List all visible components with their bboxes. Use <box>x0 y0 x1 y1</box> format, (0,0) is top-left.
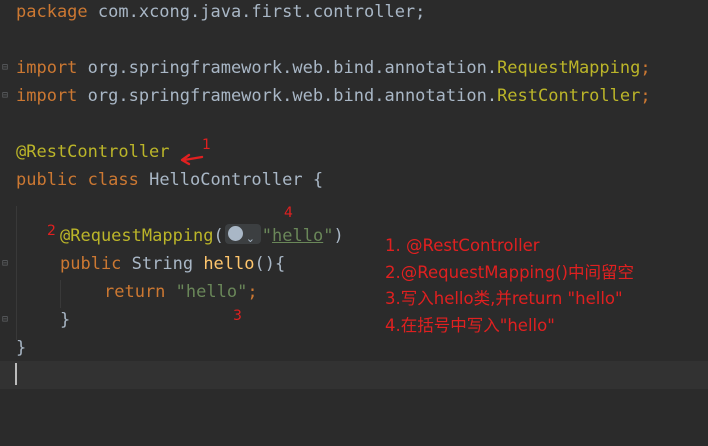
keyword-class: class <box>77 170 139 190</box>
marker-1: 1 <box>202 137 211 153</box>
semicolon: ; <box>247 282 258 302</box>
import-path: org.springframework.web.bind.annotation. <box>77 58 498 78</box>
keyword-public: public <box>60 254 122 274</box>
code-line-class-annotation[interactable]: @RestController <box>0 138 708 166</box>
code-line-current[interactable] <box>0 361 708 389</box>
note-2: 2.@RequestMapping()中间留空 <box>385 262 634 282</box>
code-line-class-declaration[interactable]: public class HelloController { <box>0 166 708 194</box>
method-close-brace: } <box>60 310 71 330</box>
class-close-brace: } <box>16 338 27 358</box>
code-line-package[interactable]: package com.xcong.java.first.controller; <box>0 0 708 26</box>
package-name: com.xcong.java.first.controller; <box>87 2 426 22</box>
paren-close: ) <box>333 226 344 246</box>
mapping-path-string[interactable]: hello <box>272 226 323 246</box>
import-class: RequestMapping <box>497 58 641 78</box>
code-editor[interactable]: package com.xcong.java.first.controller;… <box>0 0 708 446</box>
quote-open: " <box>261 226 273 246</box>
note-3: 3.写入hello类,并return "hello" <box>385 289 623 308</box>
arrow-icon <box>180 153 204 166</box>
return-type: String <box>121 254 204 274</box>
class-annotation: @RestController <box>16 142 170 162</box>
url-inlay-hint[interactable]: ⌄ <box>224 224 261 245</box>
code-line-import-request-mapping[interactable]: ⊟ import org.springframework.web.bind.an… <box>0 54 708 82</box>
semicolon: ; <box>640 86 651 106</box>
quote-close: " <box>323 226 334 246</box>
chevron-down-icon: ⌄ <box>245 232 255 245</box>
keyword-public: public <box>16 170 78 190</box>
note-1: 1. @RestController <box>385 236 540 255</box>
semicolon: ; <box>640 58 651 78</box>
method-name: hello <box>203 254 255 274</box>
method-annotation: @RequestMapping <box>60 226 214 246</box>
keyword-import: import <box>16 58 78 78</box>
import-path: org.springframework.web.bind.annotation. <box>77 86 498 106</box>
import-class: RestController <box>497 86 641 106</box>
keyword-package: package <box>16 2 88 22</box>
marker-2: 2 <box>47 223 56 239</box>
paren-open: ( <box>213 226 224 246</box>
marker-3: 3 <box>233 308 242 324</box>
note-4: 4.在括号中写入"hello" <box>385 315 555 335</box>
globe-icon <box>227 226 243 241</box>
text-caret <box>15 363 17 385</box>
keyword-return: return <box>104 282 166 302</box>
code-line-import-rest-controller[interactable]: ⊟ import org.springframework.web.bind.an… <box>0 82 708 110</box>
class-name: HelloController { <box>138 170 324 190</box>
fold-icon[interactable]: ⊟ <box>2 91 12 101</box>
marker-4: 4 <box>284 205 293 221</box>
keyword-import: import <box>16 86 78 106</box>
method-signature-tail: (){ <box>254 254 286 274</box>
return-string: "hello" <box>165 282 248 302</box>
instruction-notes: 1. @RestController 2.@RequestMapping()中间… <box>385 233 634 339</box>
fold-icon[interactable]: ⊟ <box>2 259 12 269</box>
fold-icon[interactable]: ⊟ <box>2 315 12 325</box>
fold-icon[interactable]: ⊟ <box>2 63 12 73</box>
